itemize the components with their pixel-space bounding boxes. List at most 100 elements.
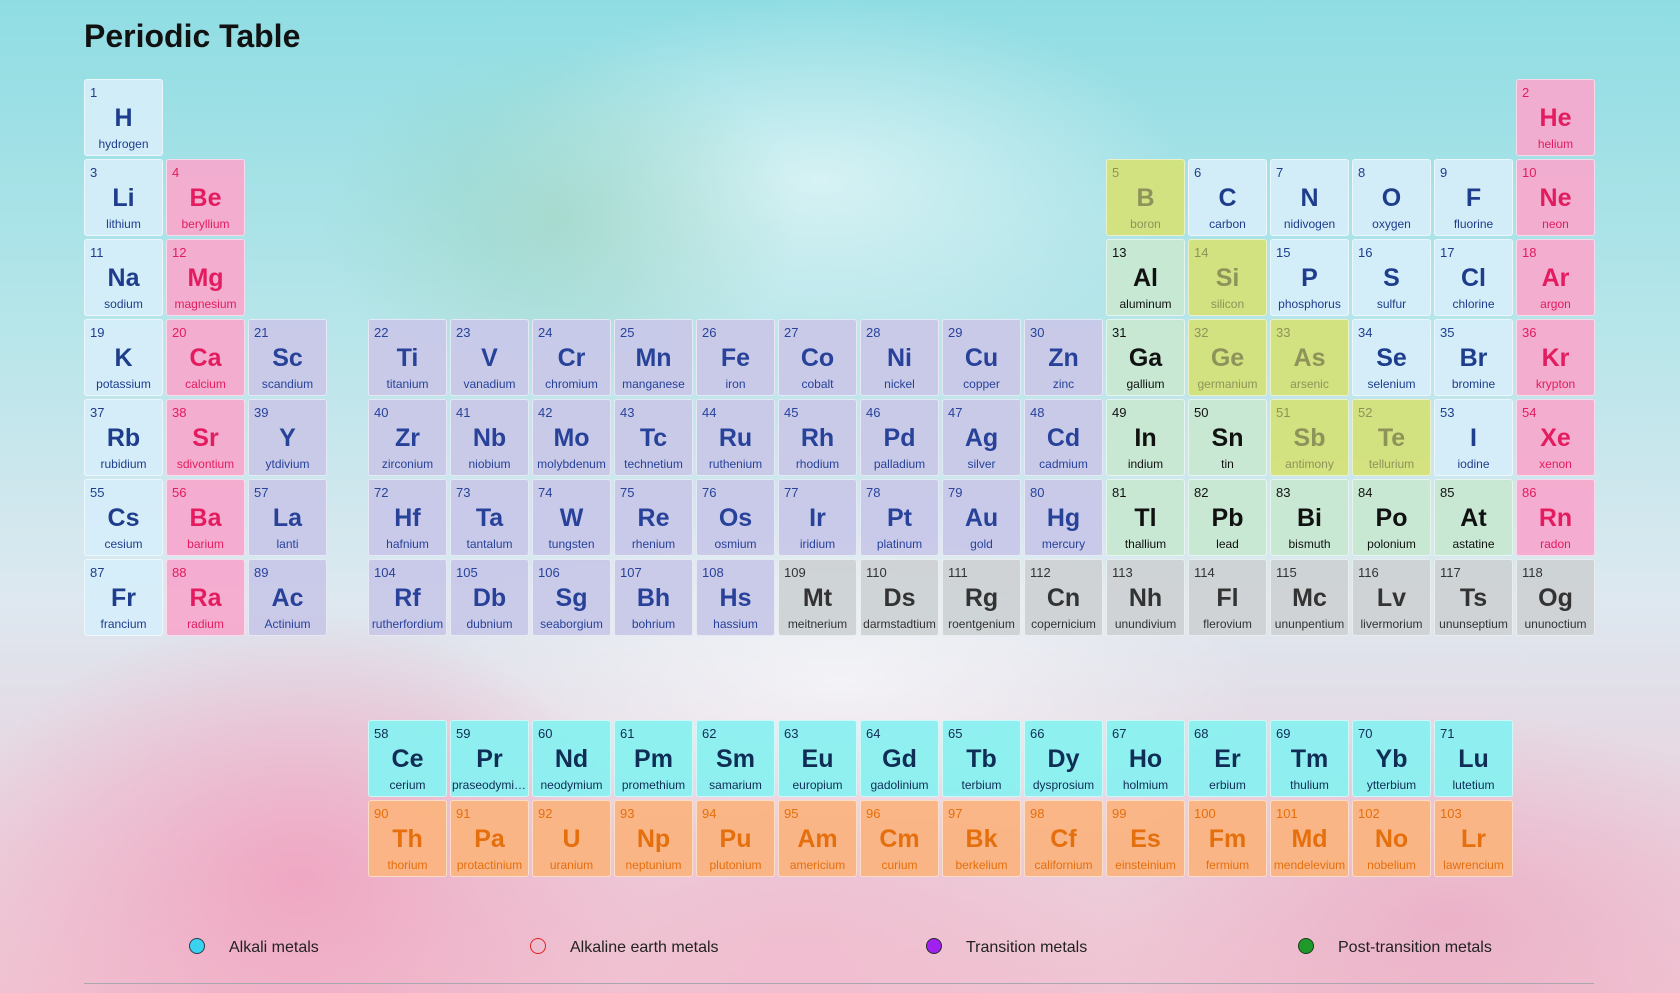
element-tile-cerium[interactable]: 58 Ce cerium	[368, 720, 447, 797]
element-tile-manganese[interactable]: 25 Mn manganese	[614, 319, 693, 396]
element-tile-aluminum[interactable]: 13 Al aluminum	[1106, 239, 1185, 316]
element-tile-berkelium[interactable]: 97 Bk berkelium	[942, 800, 1021, 877]
element-tile-astatine[interactable]: 85 At astatine	[1434, 479, 1513, 556]
element-tile-titanium[interactable]: 22 Ti titanium	[368, 319, 447, 396]
element-tile-roentgenium[interactable]: 111 Rg roentgenium	[942, 559, 1021, 636]
element-tile-thallium[interactable]: 81 Tl thallium	[1106, 479, 1185, 556]
element-tile-dubnium[interactable]: 105 Db dubnium	[450, 559, 529, 636]
element-tile-chromium[interactable]: 24 Cr chromium	[532, 319, 611, 396]
element-tile-uranium[interactable]: 92 Uuranium	[532, 800, 611, 877]
element-tile-bohrium[interactable]: 107 Bh bohrium	[614, 559, 693, 636]
element-tile-lithium[interactable]: 3 Li lithium	[84, 159, 163, 236]
element-tile-osmium[interactable]: 76 Os osmium	[696, 479, 775, 556]
element-tile-silicon[interactable]: 14 Si silicon	[1188, 239, 1267, 316]
element-tile-erbium[interactable]: 68 Er erbium	[1188, 720, 1267, 797]
element-tile-promethium[interactable]: 61 Pm promethium	[614, 720, 693, 797]
element-tile-niobium[interactable]: 41 Nb niobium	[450, 399, 529, 476]
element-tile-einsteinium[interactable]: 99 Es einsteinium	[1106, 800, 1185, 877]
element-tile-lutetium[interactable]: 71 Lu lutetium	[1434, 720, 1513, 797]
element-tile-helium[interactable]: 2 He helium	[1516, 79, 1595, 156]
element-tile-ununseptium[interactable]: 117 Ts ununseptium	[1434, 559, 1513, 636]
element-tile-nidivogen[interactable]: 7 Nnidivogen	[1270, 159, 1349, 236]
element-tile-copernicium[interactable]: 112 Cn copernicium	[1024, 559, 1103, 636]
element-tile-iodine[interactable]: 53 Iiodine	[1434, 399, 1513, 476]
element-tile-praseodymium[interactable]: 59 Pr praseodymium	[450, 720, 529, 797]
element-tile-rhodium[interactable]: 45 Rh rhodium	[778, 399, 857, 476]
element-tile-seaborgium[interactable]: 106 Sg seaborgium	[532, 559, 611, 636]
element-tile-germanium[interactable]: 32 Ge germanium	[1188, 319, 1267, 396]
element-tile-bromine[interactable]: 35 Br bromine	[1434, 319, 1513, 396]
element-tile-gold[interactable]: 79 Au gold	[942, 479, 1021, 556]
element-tile-carbon[interactable]: 6 Ccarbon	[1188, 159, 1267, 236]
element-tile-flerovium[interactable]: 114 Fl flerovium	[1188, 559, 1267, 636]
element-tile-selenium[interactable]: 34 Se selenium	[1352, 319, 1431, 396]
element-tile-iron[interactable]: 26 Fe iron	[696, 319, 775, 396]
element-tile-neon[interactable]: 10 Ne neon	[1516, 159, 1595, 236]
element-tile-fermium[interactable]: 100 Fm fermium	[1188, 800, 1267, 877]
element-tile-rubidium[interactable]: 37 Rb rubidium	[84, 399, 163, 476]
element-tile-hafnium[interactable]: 72 Hf hafnium	[368, 479, 447, 556]
element-tile-polonium[interactable]: 84 Po polonium	[1352, 479, 1431, 556]
element-tile-francium[interactable]: 87 Fr francium	[84, 559, 163, 636]
element-tile-oxygen[interactable]: 8 Ooxygen	[1352, 159, 1431, 236]
element-tile-lanti[interactable]: 57 La lanti	[248, 479, 327, 556]
element-tile-magnesium[interactable]: 12 Mg magnesium	[166, 239, 245, 316]
element-tile-gallium[interactable]: 31 Ga gallium	[1106, 319, 1185, 396]
element-tile-indium[interactable]: 49 In indium	[1106, 399, 1185, 476]
element-tile-ytdivium[interactable]: 39 Yytdivium	[248, 399, 327, 476]
element-tile-nobelium[interactable]: 102 No nobelium	[1352, 800, 1431, 877]
element-tile-tellurium[interactable]: 52 Te tellurium	[1352, 399, 1431, 476]
element-tile-cadmium[interactable]: 48 Cd cadmium	[1024, 399, 1103, 476]
element-tile-protactinium[interactable]: 91 Pa protactinium	[450, 800, 529, 877]
element-tile-lawrencium[interactable]: 103 Lr lawrencium	[1434, 800, 1513, 877]
element-tile-sulfur[interactable]: 16 Ssulfur	[1352, 239, 1431, 316]
element-tile-sodium[interactable]: 11 Na sodium	[84, 239, 163, 316]
element-tile-tin[interactable]: 50 Sn tin	[1188, 399, 1267, 476]
element-tile-chlorine[interactable]: 17 Cl chlorine	[1434, 239, 1513, 316]
element-tile-krypton[interactable]: 36 Kr krypton	[1516, 319, 1595, 396]
element-tile-lead[interactable]: 82 Pb lead	[1188, 479, 1267, 556]
element-tile-hassium[interactable]: 108 Hs hassium	[696, 559, 775, 636]
element-tile-plutonium[interactable]: 94 Pu plutonium	[696, 800, 775, 877]
element-tile-europium[interactable]: 63 Eu europium	[778, 720, 857, 797]
element-tile-platinum[interactable]: 78 Pt platinum	[860, 479, 939, 556]
element-tile-antimony[interactable]: 51 Sb antimony	[1270, 399, 1349, 476]
element-tile-terbium[interactable]: 65 Tb terbium	[942, 720, 1021, 797]
element-tile-technetium[interactable]: 43 Tc technetium	[614, 399, 693, 476]
element-tile-beryllium[interactable]: 4 Be beryllium	[166, 159, 245, 236]
element-tile-calcium[interactable]: 20 Ca calcium	[166, 319, 245, 396]
element-tile-xenon[interactable]: 54 Xe xenon	[1516, 399, 1595, 476]
element-tile-unundivium[interactable]: 113 Nh unundivium	[1106, 559, 1185, 636]
element-tile-thorium[interactable]: 90 Th thorium	[368, 800, 447, 877]
element-tile-ruthenium[interactable]: 44 Ru ruthenium	[696, 399, 775, 476]
element-tile-darmstadtium[interactable]: 110 Ds darmstadtium	[860, 559, 939, 636]
element-tile-tantalum[interactable]: 73 Ta tantalum	[450, 479, 529, 556]
element-tile-radium[interactable]: 88 Ra radium	[166, 559, 245, 636]
element-tile-bismuth[interactable]: 83 Bi bismuth	[1270, 479, 1349, 556]
element-tile-neodymium[interactable]: 60 Nd neodymium	[532, 720, 611, 797]
element-tile-silver[interactable]: 47 Ag silver	[942, 399, 1021, 476]
element-tile-vanadium[interactable]: 23 Vvanadium	[450, 319, 529, 396]
element-tile-copper[interactable]: 29 Cu copper	[942, 319, 1021, 396]
element-tile-rhenium[interactable]: 75 Re rhenium	[614, 479, 693, 556]
element-tile-thulium[interactable]: 69 Tm thulium	[1270, 720, 1349, 797]
element-tile-cobalt[interactable]: 27 Co cobalt	[778, 319, 857, 396]
element-tile-curium[interactable]: 96 Cm curium	[860, 800, 939, 877]
element-tile-samarium[interactable]: 62 Sm samarium	[696, 720, 775, 797]
element-tile-actinium[interactable]: 89 Ac Actinium	[248, 559, 327, 636]
element-tile-ununoctium[interactable]: 118 Og ununoctium	[1516, 559, 1595, 636]
element-tile-fluorine[interactable]: 9 Ffluorine	[1434, 159, 1513, 236]
element-tile-dysprosium[interactable]: 66 Dy dysprosium	[1024, 720, 1103, 797]
element-tile-scandium[interactable]: 21 Sc scandium	[248, 319, 327, 396]
element-tile-sdivontium[interactable]: 38 Sr sdivontium	[166, 399, 245, 476]
element-tile-ytterbium[interactable]: 70 Yb ytterbium	[1352, 720, 1431, 797]
element-tile-arsenic[interactable]: 33 As arsenic	[1270, 319, 1349, 396]
element-tile-livermorium[interactable]: 116 Lv livermorium	[1352, 559, 1431, 636]
element-tile-mendelevium[interactable]: 101 Md mendelevium	[1270, 800, 1349, 877]
element-tile-barium[interactable]: 56 Ba barium	[166, 479, 245, 556]
element-tile-argon[interactable]: 18 Ar argon	[1516, 239, 1595, 316]
element-tile-molybdenum[interactable]: 42 Mo molybdenum	[532, 399, 611, 476]
element-tile-meitnerium[interactable]: 109 Mt meitnerium	[778, 559, 857, 636]
element-tile-hydrogen[interactable]: 1 Hhydrogen	[84, 79, 163, 156]
element-tile-palladium[interactable]: 46 Pd palladium	[860, 399, 939, 476]
